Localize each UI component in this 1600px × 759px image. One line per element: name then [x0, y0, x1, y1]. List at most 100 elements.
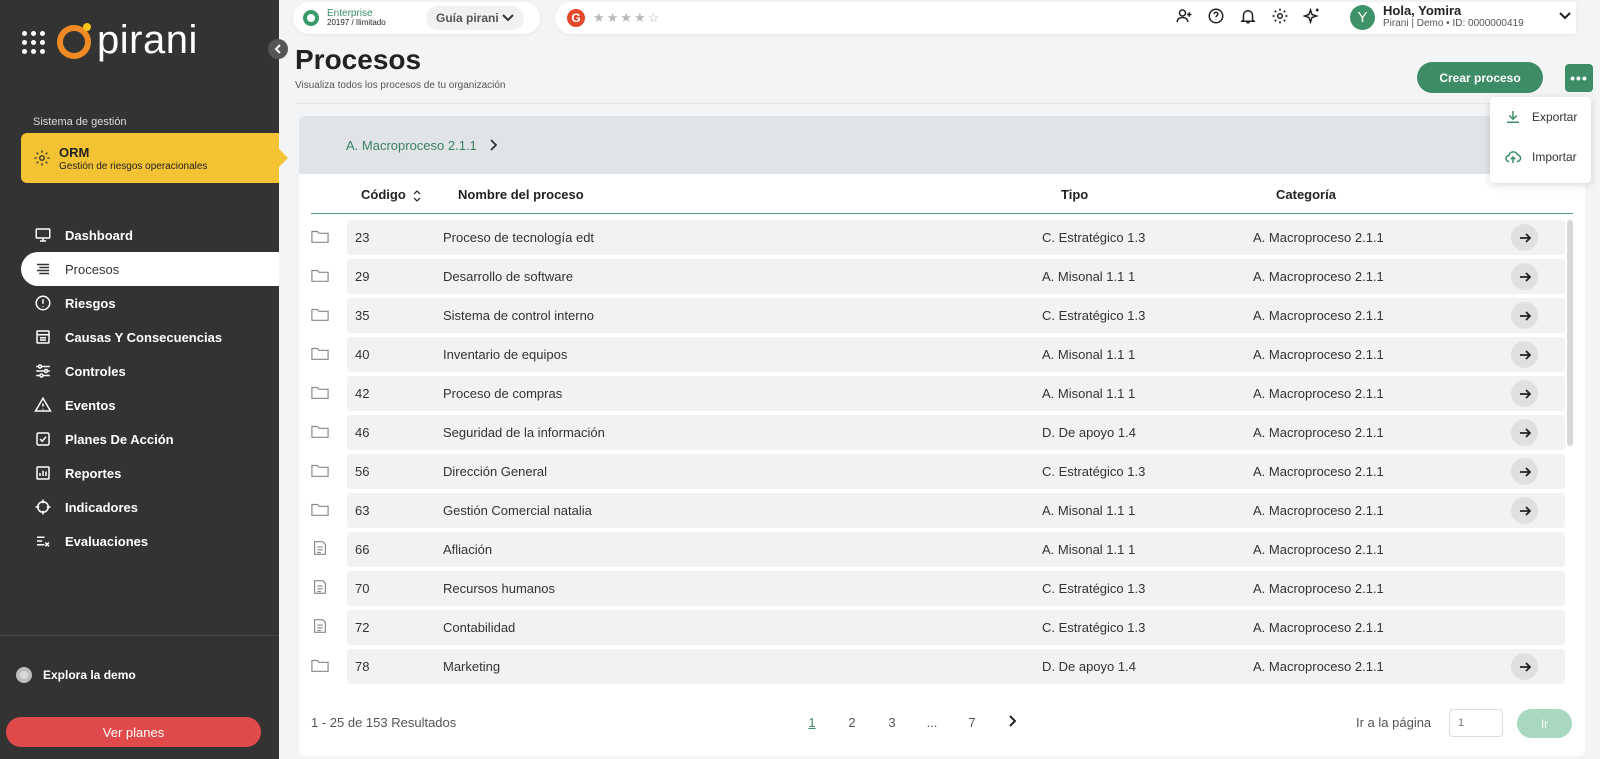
export-menu-item[interactable]: Exportar	[1490, 97, 1591, 137]
table-row[interactable]: 56 Dirección General C. Estratégico 1.3 A. …	[311, 454, 1573, 489]
cell-code: 29	[355, 269, 370, 284]
column-code[interactable]: Código	[361, 187, 421, 204]
cell-type: A. Misonal 1.1 1	[1042, 269, 1136, 284]
open-process-button[interactable]	[1511, 419, 1538, 446]
view-plans-button[interactable]: Ver planes	[6, 717, 261, 747]
cell-type: C. Estratégico 1.3	[1042, 581, 1146, 596]
open-process-button[interactable]	[1511, 341, 1538, 368]
page-2[interactable]: 2	[832, 715, 872, 730]
page-3[interactable]: 3	[872, 715, 912, 730]
arrow-right-icon	[1519, 349, 1531, 360]
sidebar-item-indicadores[interactable]: Indicadores	[21, 490, 279, 524]
sidebar-item-procesos[interactable]: Procesos	[21, 252, 279, 286]
table-row[interactable]: 72 Contabilidad C. Estratégico 1.3 A. Macro…	[311, 610, 1573, 645]
open-process-button[interactable]	[1511, 224, 1538, 251]
folder-icon	[311, 347, 329, 360]
cell-type: C. Estratégico 1.3	[1042, 308, 1146, 323]
cell-category: A. Macroproceso 2.1.1	[1253, 230, 1384, 245]
sort-icon[interactable]	[413, 188, 421, 204]
chevron-right-icon	[490, 139, 497, 151]
sidebar-item-controles[interactable]: Controles	[21, 354, 279, 388]
scrollbar[interactable]	[1567, 220, 1573, 446]
table-row[interactable]: 42 Proceso de compras A. Misonal 1.1 1 A. M…	[311, 376, 1573, 411]
sidebar-item-label: Reportes	[65, 465, 122, 481]
breadcrumb[interactable]: A. Macroproceso 2.1.1	[299, 116, 1585, 174]
crosshair-icon	[35, 499, 51, 515]
sidebar-item-evaluaciones[interactable]: Evaluaciones	[21, 524, 279, 558]
cell-name: Recursos humanos	[443, 581, 555, 596]
arrow-right-icon	[1519, 271, 1531, 282]
chevron-down-icon[interactable]	[1558, 11, 1572, 21]
open-process-button[interactable]	[1511, 497, 1538, 524]
explore-demo-link[interactable]: Explora la demo	[16, 667, 136, 683]
cell-code: 46	[355, 425, 370, 440]
breadcrumb-label[interactable]: A. Macroproceso 2.1.1	[346, 138, 477, 153]
table-row[interactable]: 23 Proceso de tecnología edt C. Estratégic…	[311, 220, 1573, 255]
next-page-button[interactable]	[992, 715, 1032, 730]
apps-grid-icon[interactable]	[22, 30, 45, 54]
cell-code: 63	[355, 503, 370, 518]
download-icon	[1507, 111, 1519, 123]
cell-code: 72	[355, 620, 370, 635]
sparkles-icon[interactable]	[1303, 7, 1321, 25]
cell-name: Inventario de equipos	[443, 347, 568, 362]
page-7[interactable]: 7	[952, 715, 992, 730]
sidebar-nav: Dashboard Procesos Riesgos Causas Y Cons…	[21, 218, 279, 558]
plan-logo-icon	[303, 10, 319, 26]
module-selector[interactable]: ORM Gestión de riesgos operacionales	[21, 133, 288, 183]
open-process-button[interactable]	[1511, 653, 1538, 680]
sidebar-item-label: Procesos	[65, 261, 120, 277]
settings-icon[interactable]	[1271, 7, 1289, 25]
avatar[interactable]: Y	[1350, 5, 1375, 30]
table-row[interactable]: 70 Recursos humanos C. Estratégico 1.3 A. M…	[311, 571, 1573, 606]
module-title: ORM	[59, 144, 90, 160]
column-type: Tipo	[1061, 187, 1089, 202]
table-row[interactable]: 29 Desarrollo de software A. Misonal 1.1 1…	[311, 259, 1573, 294]
document-icon	[314, 580, 326, 594]
sidebar-item-reportes[interactable]: Reportes	[21, 456, 279, 490]
create-process-button[interactable]: Crear proceso	[1417, 62, 1543, 93]
g2-logo-icon[interactable]: G	[567, 9, 585, 27]
more-options-button[interactable]: •••	[1565, 64, 1593, 92]
sidebar-item-dashboard[interactable]: Dashboard	[21, 218, 279, 252]
cell-name: Seguridad de la información	[443, 425, 605, 440]
sidebar-item-riesgos[interactable]: Riesgos	[21, 286, 279, 320]
sidebar-item-label: Evaluaciones	[65, 533, 149, 549]
sidebar: pirani Sistema de gestión ORM Gestión de…	[0, 0, 288, 759]
table-row[interactable]: 35 Sistema de control interno C. Estratégi…	[311, 298, 1573, 333]
table-row[interactable]: 63 Gestión Comercial natalia A. Misonal 1.…	[311, 493, 1573, 528]
bell-icon[interactable]	[1239, 7, 1257, 25]
folder-icon	[311, 230, 329, 243]
open-process-button[interactable]	[1511, 263, 1538, 290]
sidebar-item-label: Indicadores	[65, 499, 138, 515]
sidebar-item-eventos[interactable]: Eventos	[21, 388, 279, 422]
guide-select[interactable]: Guía pirani	[426, 6, 524, 30]
sidebar-item-causas[interactable]: Causas Y Consecuencias	[21, 320, 279, 354]
cell-name: Dirección General	[443, 464, 548, 479]
sidebar-item-planes[interactable]: Planes De Acción	[21, 422, 279, 456]
cell-code: 56	[355, 464, 370, 479]
table-row[interactable]: 40 Inventario de equipos A. Misonal 1.1 1 A…	[311, 337, 1573, 372]
cell-code: 40	[355, 347, 370, 362]
cell-category: A. Macroproceso 2.1.1	[1253, 581, 1384, 596]
help-icon[interactable]	[1207, 7, 1225, 25]
user-greeting: Hola, Yomira	[1383, 3, 1462, 18]
goto-page-input[interactable]	[1449, 709, 1503, 737]
cell-category: A. Macroproceso 2.1.1	[1253, 542, 1384, 557]
plan-detail: 20197 / Ilimitado	[327, 18, 386, 28]
table-header: Código Nombre del proceso Tipo Categoría	[311, 174, 1573, 214]
sidebar-item-label: Controles	[65, 363, 126, 379]
open-process-button[interactable]	[1511, 458, 1538, 485]
table-row[interactable]: 78 Marketing D. De apoyo 1.4 A. Macroproces…	[311, 649, 1573, 684]
rating-stars[interactable]: ★★★★☆	[593, 10, 661, 26]
page-1[interactable]: 1	[792, 715, 832, 730]
import-menu-item[interactable]: Importar	[1490, 137, 1591, 177]
cell-type: A. Misonal 1.1 1	[1042, 503, 1136, 518]
open-process-button[interactable]	[1511, 302, 1538, 329]
add-user-icon[interactable]	[1175, 7, 1193, 25]
open-process-button[interactable]	[1511, 380, 1538, 407]
table-row[interactable]: 46 Seguridad de la información D. De apoyo…	[311, 415, 1573, 450]
collapse-sidebar-button[interactable]	[268, 39, 288, 59]
go-button[interactable]: Ir	[1517, 709, 1572, 738]
table-row[interactable]: 66 Afliación A. Misonal 1.1 1 A. Macroproce…	[311, 532, 1573, 567]
